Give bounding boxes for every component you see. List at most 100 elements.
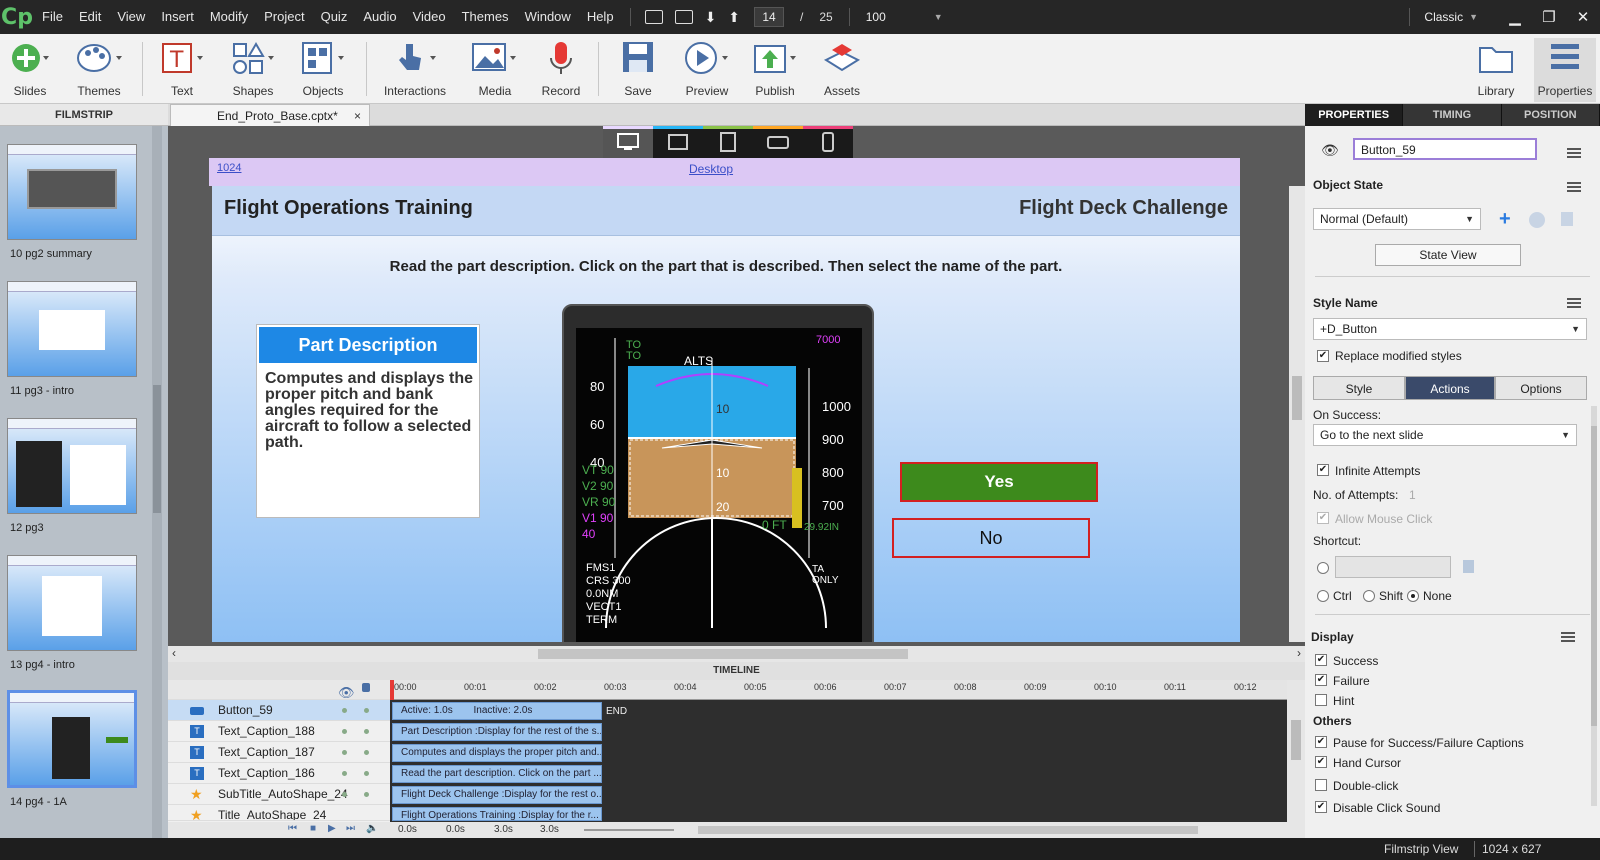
object-state-menu-icon[interactable] <box>1567 182 1581 192</box>
ruler-width-label[interactable]: 1024 <box>217 162 241 174</box>
stage-vertical-scrollbar[interactable] <box>1289 186 1305 642</box>
visibility-dot[interactable] <box>342 708 347 713</box>
publish-button[interactable]: Publish <box>752 38 798 102</box>
add-state-icon[interactable]: + <box>1499 208 1511 231</box>
visibility-dot[interactable] <box>342 771 347 776</box>
display-menu-icon[interactable] <box>1561 632 1575 642</box>
current-slide-input[interactable]: 14 <box>754 7 785 27</box>
menu-quiz[interactable]: Quiz <box>313 0 356 34</box>
menu-project[interactable]: Project <box>256 0 312 34</box>
slide-thumbnail-11[interactable] <box>7 281 137 377</box>
timeline-header[interactable]: TIMELINE <box>168 662 1305 680</box>
slide-thumbnail-12[interactable] <box>7 418 137 514</box>
audio-icon[interactable]: 🔈 <box>366 823 378 834</box>
media-button[interactable]: Media <box>470 38 520 102</box>
slide-thumbnail-14[interactable] <box>7 690 137 788</box>
style-name-select[interactable]: +D_Button ▼ <box>1313 318 1587 340</box>
menu-insert[interactable]: Insert <box>153 0 202 34</box>
allow-mouse-click-checkbox[interactable]: ✔ <box>1317 512 1329 524</box>
tab-actions[interactable]: Actions <box>1405 376 1495 400</box>
timeline-vertical-scrollbar[interactable] <box>1287 680 1305 822</box>
arrow-up-icon[interactable]: ⬆ <box>728 9 740 26</box>
visibility-dot[interactable] <box>342 792 347 797</box>
status-view[interactable]: Filmstrip View <box>1384 842 1458 856</box>
scroll-left-icon[interactable]: ‹ <box>172 646 176 660</box>
close-icon[interactable]: ✕ <box>1566 8 1600 26</box>
rewind-icon[interactable]: ⏮ <box>288 823 297 834</box>
properties-scrollbar[interactable] <box>1591 406 1597 806</box>
panel-menu-icon[interactable] <box>1567 148 1581 158</box>
restore-icon[interactable]: ❐ <box>1532 8 1566 26</box>
objects-button[interactable]: Objects <box>300 38 346 102</box>
slide-notes-icon[interactable] <box>644 10 663 24</box>
clear-shortcut-icon[interactable] <box>1463 560 1474 573</box>
object-name-field[interactable]: Button_59 <box>1353 138 1537 160</box>
none-radio[interactable] <box>1407 590 1419 602</box>
timeline-bar-subtitle[interactable]: Flight Deck Challenge :Display for the r… <box>392 786 602 804</box>
ctrl-radio[interactable] <box>1317 590 1329 602</box>
success-checkbox[interactable]: ✔ <box>1315 654 1327 666</box>
ruler-device-label[interactable]: Desktop <box>689 162 733 176</box>
failure-checkbox[interactable]: ✔ <box>1315 674 1327 686</box>
menu-video[interactable]: Video <box>405 0 454 34</box>
style-menu-icon[interactable] <box>1567 298 1581 308</box>
on-success-select[interactable]: Go to the next slide ▼ <box>1313 424 1577 446</box>
visibility-eye-icon[interactable]: 👁 <box>1321 142 1339 159</box>
replace-styles-checkbox[interactable]: ✔ <box>1317 350 1329 362</box>
shift-radio[interactable] <box>1363 590 1375 602</box>
menu-file[interactable]: File <box>34 0 71 34</box>
timeline-hscroll-thumb[interactable] <box>698 826 1198 834</box>
lock-dot[interactable] <box>364 792 369 797</box>
lock-dot[interactable] <box>364 771 369 776</box>
shortcut-radio[interactable] <box>1317 562 1329 574</box>
save-button[interactable]: Save <box>618 38 658 102</box>
timeline-row-title[interactable]: ★ Title_AutoShape_24 <box>168 805 390 821</box>
hand-cursor-checkbox[interactable]: ✔ <box>1315 756 1327 768</box>
interactions-button[interactable]: Interactions <box>382 38 448 102</box>
library-button[interactable]: Library <box>1474 38 1518 102</box>
lock-icon[interactable] <box>362 683 370 692</box>
tab-style[interactable]: Style <box>1313 376 1405 400</box>
timeline-row-subtitle[interactable]: ★ SubTitle_AutoShape_24 <box>168 784 390 805</box>
lock-dot[interactable] <box>364 729 369 734</box>
timeline-bar-caption-187[interactable]: Computes and displays the proper pitch a… <box>392 744 602 762</box>
stage-vscroll-thumb[interactable] <box>1292 376 1302 420</box>
slide-subtitle[interactable]: Flight Deck Challenge <box>1019 197 1228 220</box>
menu-window[interactable]: Window <box>517 0 579 34</box>
part-description-box[interactable]: Part Description Computes and displays t… <box>256 324 480 518</box>
arrow-down-icon[interactable]: ⬇ <box>705 9 717 26</box>
reset-state-icon[interactable] <box>1529 212 1545 228</box>
timeline-bar-caption-188[interactable]: Part Description :Display for the rest o… <box>392 723 602 741</box>
themes-button[interactable]: Themes <box>74 38 124 102</box>
close-tab-icon[interactable]: × <box>354 105 361 127</box>
slides-button[interactable]: Slides <box>8 38 52 102</box>
slide-thumbnail-10[interactable] <box>7 144 137 240</box>
assets-button[interactable]: Assets <box>820 38 864 102</box>
timeline-bar-title[interactable]: Flight Operations Training :Display for … <box>392 807 602 821</box>
lock-dot[interactable] <box>364 750 369 755</box>
play-icon[interactable]: ▶ <box>328 823 336 834</box>
slide-instruction[interactable]: Read the part description. Click on the … <box>212 258 1240 275</box>
disable-click-sound-checkbox[interactable]: ✔ <box>1315 801 1327 813</box>
filmstrip-scroll-thumb[interactable] <box>153 385 161 513</box>
zoom-dropdown-icon[interactable]: ▼ <box>934 12 943 22</box>
shortcut-field[interactable] <box>1335 556 1451 578</box>
menu-themes[interactable]: Themes <box>454 0 517 34</box>
tab-options[interactable]: Options <box>1495 376 1587 400</box>
timeline-ruler[interactable]: 00:00 00:01 00:02 00:03 00:04 00:05 00:06 00:07… <box>390 680 1287 700</box>
tab-timing[interactable]: TIMING <box>1403 104 1502 126</box>
attempts-field[interactable]: 1 <box>1409 488 1416 502</box>
timeline-zoom-slider[interactable] <box>584 829 674 831</box>
menu-audio[interactable]: Audio <box>355 0 404 34</box>
state-view-button[interactable]: State View <box>1375 244 1521 266</box>
menu-view[interactable]: View <box>109 0 153 34</box>
forward-icon[interactable]: ⏭ <box>346 823 355 834</box>
hint-checkbox[interactable] <box>1315 694 1327 706</box>
minimize-icon[interactable]: ▁ <box>1498 8 1532 26</box>
timeline-row-caption-188[interactable]: T Text_Caption_188 <box>168 721 390 742</box>
device-phone-portrait[interactable] <box>803 126 853 158</box>
timeline-row-caption-186[interactable]: T Text_Caption_186 <box>168 763 390 784</box>
workspace-select[interactable]: Classic <box>1424 10 1463 24</box>
timeline-end-marker[interactable]: END <box>606 706 627 717</box>
device-desktop[interactable] <box>603 126 653 158</box>
